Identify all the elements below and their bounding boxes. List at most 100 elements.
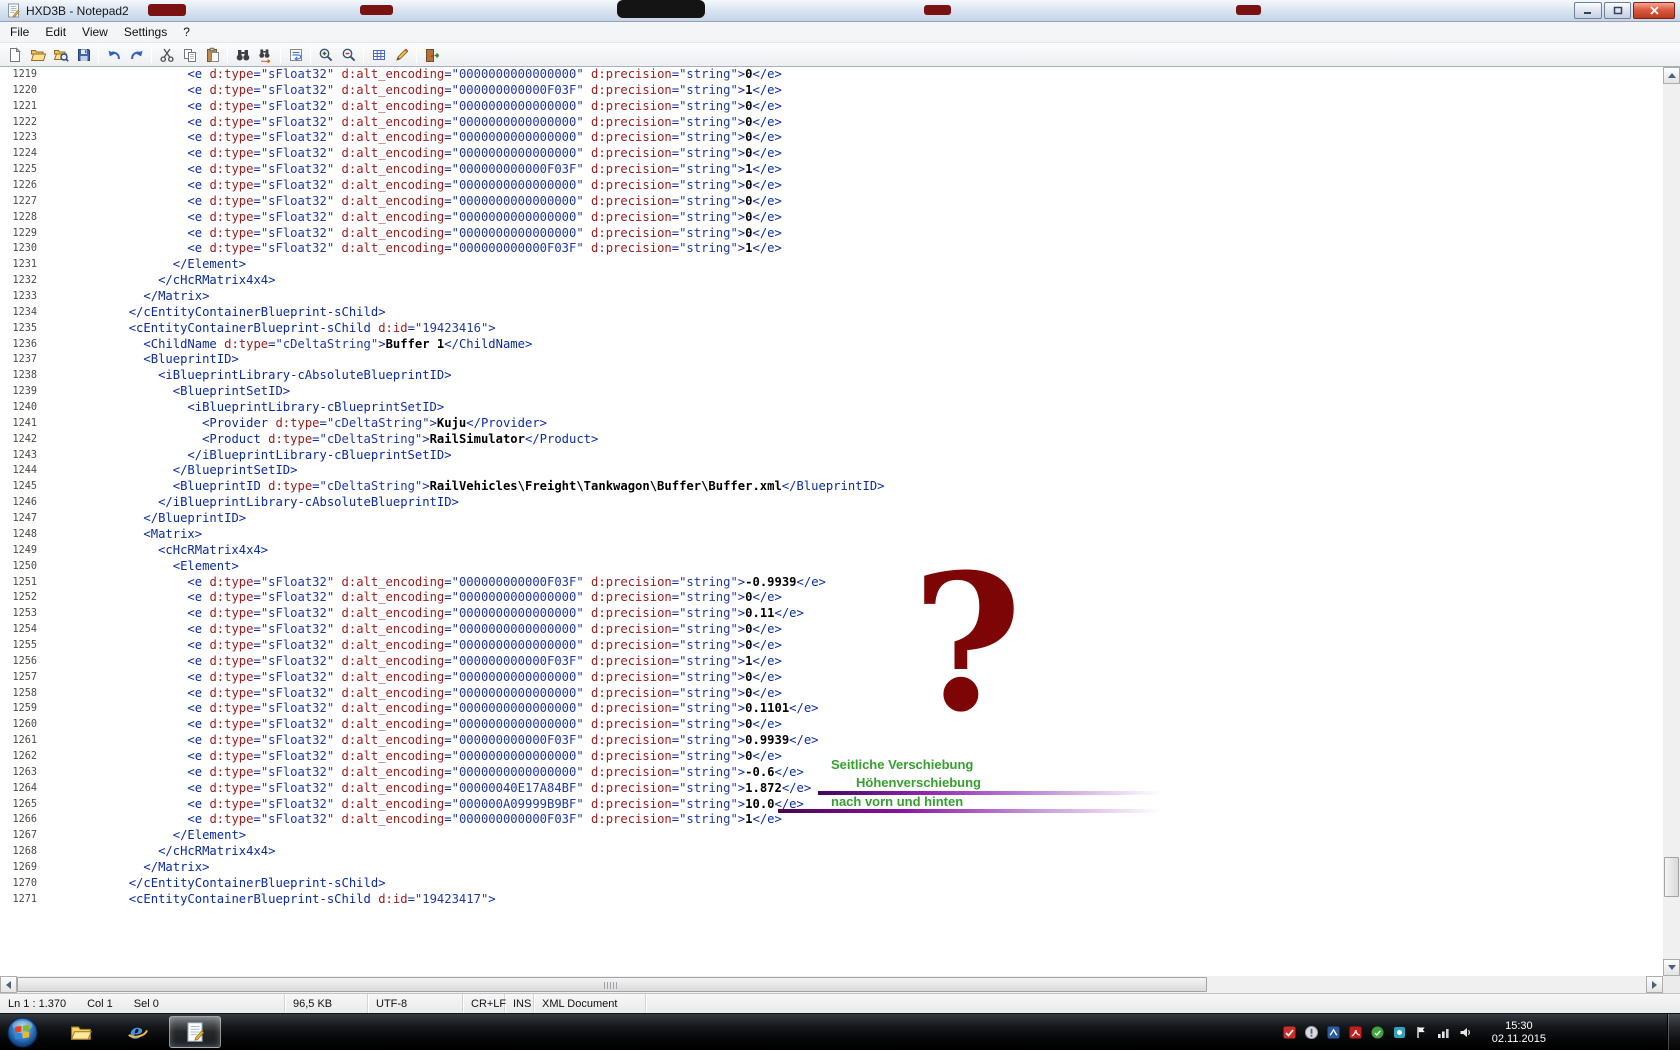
- line-number: 1265: [0, 797, 44, 813]
- line-number: 1246: [0, 495, 44, 511]
- encoding-pane[interactable]: UTF-8: [368, 994, 463, 1013]
- line-number: 1269: [0, 860, 44, 876]
- cut-button[interactable]: [155, 44, 178, 66]
- antivirus-icon[interactable]: [1282, 1025, 1297, 1040]
- code-area: <e d:type="sFloat32" d:alt_encoding="000…: [48, 67, 885, 908]
- line-number: 1257: [0, 670, 44, 686]
- volume-icon[interactable]: [1458, 1025, 1473, 1040]
- line-number: 1230: [0, 241, 44, 257]
- toolbar-separator: [310, 47, 311, 63]
- code-line: <cEntityContainerBlueprint-sChild d:id="…: [48, 321, 885, 337]
- clock-date: 02.11.2015: [1492, 1033, 1546, 1046]
- find-button[interactable]: [231, 44, 254, 66]
- menu-edit[interactable]: Edit: [37, 23, 74, 41]
- code-line: <Element>: [48, 559, 885, 575]
- menu-file[interactable]: File: [2, 23, 37, 41]
- line-number: 1263: [0, 765, 44, 781]
- horizontal-scrollbar[interactable]: [0, 976, 1663, 993]
- new-file-button[interactable]: [3, 44, 26, 66]
- horizontal-scroll-thumb[interactable]: [17, 977, 1207, 992]
- replace-button[interactable]: [254, 44, 277, 66]
- code-line: <e d:type="sFloat32" d:alt_encoding="000…: [48, 654, 885, 670]
- code-line: <e d:type="sFloat32" d:alt_encoding="000…: [48, 194, 885, 210]
- scroll-right-button[interactable]: [1646, 976, 1663, 993]
- cut-icon: [159, 47, 175, 63]
- open-file-button[interactable]: [26, 44, 49, 66]
- line-number: 1237: [0, 352, 44, 368]
- notepad2-icon: [184, 1021, 206, 1043]
- zoom-out-button[interactable]: [337, 44, 360, 66]
- code-line: <BlueprintID>: [48, 352, 885, 368]
- document-type-pane[interactable]: XML Document: [534, 994, 646, 1013]
- line-indicator: Ln 1 : 1.370: [8, 998, 66, 1010]
- scroll-left-button[interactable]: [0, 976, 17, 993]
- notepad2-window: HXD3B - Notepad2 FileEditViewSettings? 1…: [0, 0, 1680, 1050]
- tray-app-2-icon[interactable]: [1326, 1025, 1341, 1040]
- paste-button[interactable]: [201, 44, 224, 66]
- vertical-scroll-thumb[interactable]: [1664, 857, 1679, 897]
- code-line: <e d:type="sFloat32" d:alt_encoding="000…: [48, 797, 885, 813]
- undo-button[interactable]: [102, 44, 125, 66]
- word-wrap-button[interactable]: [284, 44, 307, 66]
- code-line: </Element>: [48, 828, 885, 844]
- internet-explorer-icon: e: [127, 1021, 149, 1043]
- line-ending-pane[interactable]: CR+LF: [463, 994, 505, 1013]
- menu-settings[interactable]: Settings: [116, 23, 175, 41]
- line-number-gutter: 1219122012211222122312241225122612271228…: [0, 67, 44, 908]
- redaction-mark: [148, 4, 186, 16]
- scroll-up-button[interactable]: [1663, 67, 1680, 84]
- zoom-in-button[interactable]: [314, 44, 337, 66]
- left-arrow-icon: [6, 981, 11, 989]
- taskbar-clock[interactable]: 15:30 02.11.2015: [1492, 1014, 1546, 1050]
- line-number: 1242: [0, 432, 44, 448]
- insert-mode-pane[interactable]: INS: [505, 994, 534, 1013]
- view-schemes-button[interactable]: [367, 44, 390, 66]
- clock-time: 15:30: [1505, 1020, 1533, 1033]
- line-number: 1240: [0, 400, 44, 416]
- line-number: 1225: [0, 162, 44, 178]
- zoom-out-icon: [341, 47, 357, 63]
- toolbar-separator: [227, 47, 228, 63]
- exit-button[interactable]: [420, 44, 443, 66]
- column-indicator: Col 1: [87, 998, 113, 1010]
- toolbar-separator: [416, 47, 417, 63]
- save-file-button[interactable]: [72, 44, 95, 66]
- tray-app-3-icon[interactable]: [1370, 1025, 1385, 1040]
- line-number: 1264: [0, 781, 44, 797]
- minimize-button[interactable]: [1574, 2, 1602, 19]
- line-number: 1249: [0, 543, 44, 559]
- menu-help[interactable]: ?: [175, 23, 198, 41]
- up-arrow-icon: [1668, 73, 1676, 78]
- action-center-icon[interactable]: [1414, 1025, 1429, 1040]
- customize-schemes-button[interactable]: [390, 44, 413, 66]
- line-number: 1239: [0, 384, 44, 400]
- code-line: </iBlueprintLibrary-cBlueprintSetID>: [48, 448, 885, 464]
- redo-button[interactable]: [125, 44, 148, 66]
- show-desktop-button[interactable]: [1667, 1014, 1680, 1050]
- code-line: <e d:type="sFloat32" d:alt_encoding="000…: [48, 130, 885, 146]
- code-line: <iBlueprintLibrary-cAbsoluteBlueprintID>: [48, 368, 885, 384]
- pdf-reader-icon[interactable]: [1348, 1025, 1363, 1040]
- title-bar: HXD3B - Notepad2: [0, 0, 1680, 22]
- start-button[interactable]: [7, 1017, 38, 1048]
- code-line: </iBlueprintLibrary-cAbsoluteBlueprintID…: [48, 495, 885, 511]
- line-number: 1247: [0, 511, 44, 527]
- code-line: <cHcRMatrix4x4>: [48, 543, 885, 559]
- vertical-scrollbar[interactable]: [1663, 67, 1680, 976]
- maximize-button[interactable]: [1604, 2, 1631, 19]
- menu-view[interactable]: View: [74, 23, 116, 41]
- tray-app-4-icon[interactable]: [1392, 1025, 1407, 1040]
- zoom-in-icon: [318, 47, 334, 63]
- taskbar-button-windows-explorer[interactable]: [55, 1016, 107, 1048]
- scroll-down-button[interactable]: [1663, 959, 1680, 976]
- copy-button[interactable]: [178, 44, 201, 66]
- line-number: 1232: [0, 273, 44, 289]
- close-button[interactable]: [1633, 2, 1675, 19]
- editor-surface[interactable]: 1219122012211222122312241225122612271228…: [0, 67, 1663, 976]
- browse-file-button[interactable]: [49, 44, 72, 66]
- tray-app-1-icon[interactable]: [1304, 1025, 1319, 1040]
- taskbar-button-notepad2[interactable]: [169, 1016, 221, 1048]
- taskbar-button-internet-explorer[interactable]: e: [112, 1016, 164, 1048]
- toolbar-separator: [280, 47, 281, 63]
- network-icon[interactable]: [1436, 1025, 1451, 1040]
